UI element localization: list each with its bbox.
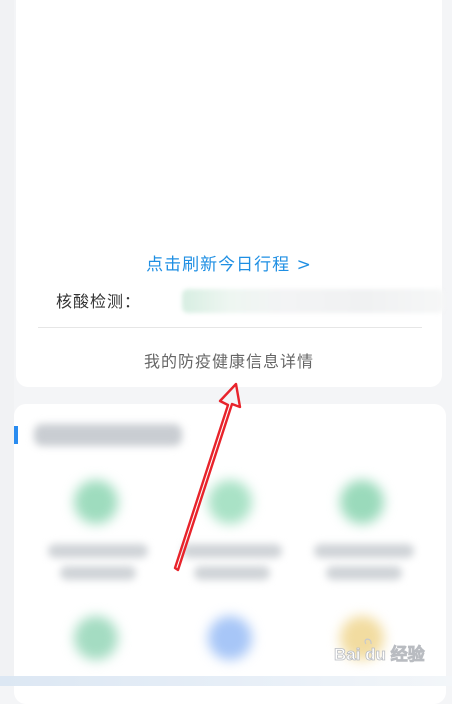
service-icon [340,480,384,524]
health-info-card: 点击刷新今日行程 > 核酸检测： 我的防疫健康信息详情 [16,0,444,387]
service-icon [208,480,252,524]
refresh-itinerary-link[interactable]: 点击刷新今日行程 > [16,250,442,275]
page-background [0,0,14,686]
service-label-blurred [194,566,270,580]
divider [38,327,422,328]
nucleic-test-row: 核酸检测： [56,285,444,315]
service-icon [208,616,252,660]
service-label-blurred [60,566,136,580]
baidu-jingyan-watermark: Bai du 经验 [334,638,426,664]
service-label-blurred [182,544,282,558]
paw-icon [364,638,372,645]
service-icon [74,616,118,660]
section-accent-bar [14,426,18,444]
service-icon [74,480,118,524]
health-detail-link[interactable]: 我的防疫健康信息详情 [16,348,442,372]
service-label-blurred [326,566,402,580]
bottom-strip [0,676,452,686]
watermark-text: Bai du 经验 [334,644,426,664]
section-title-blurred [34,424,182,446]
nucleic-test-value-blurred [182,289,444,313]
nucleic-test-label: 核酸检测： [56,292,142,311]
service-label-blurred [314,544,414,558]
service-label-blurred [48,544,148,558]
